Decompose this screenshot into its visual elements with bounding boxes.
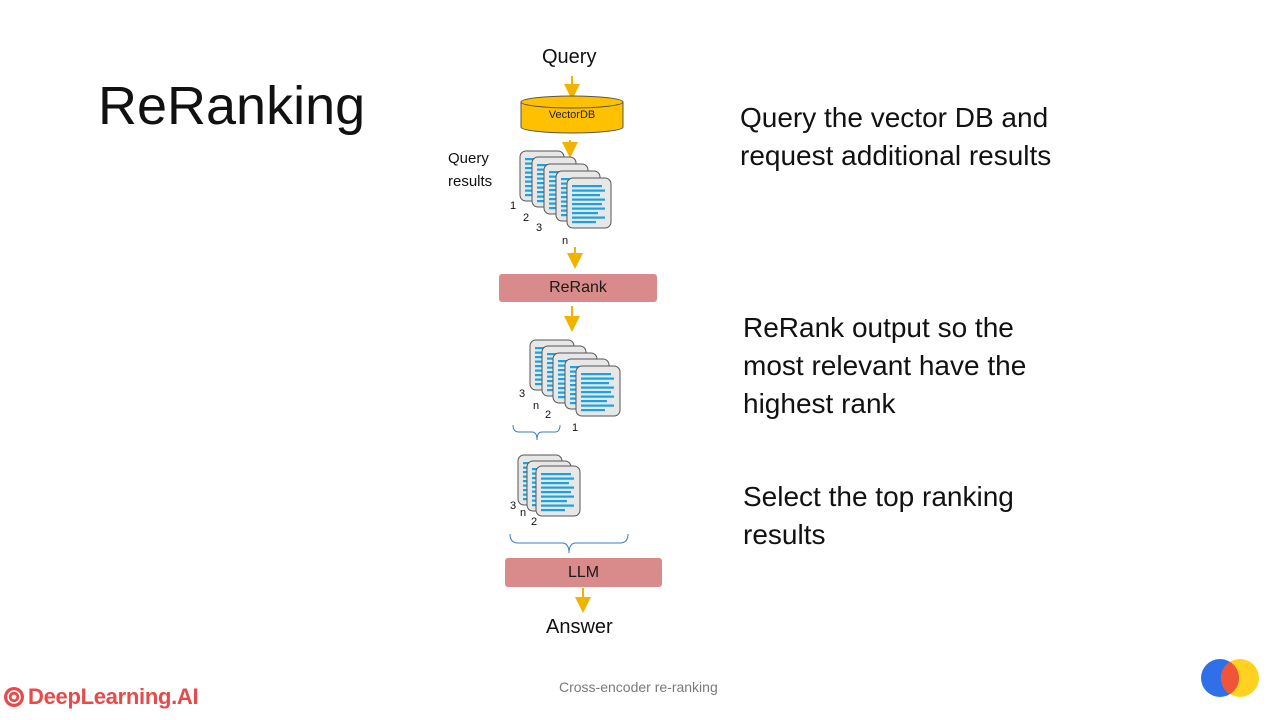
- step2-description-line3: highest rank: [743, 388, 896, 419]
- llm-box: LLM: [505, 558, 662, 587]
- query-results-label-line2: results: [448, 173, 493, 190]
- rerank-box: ReRank: [499, 274, 657, 302]
- selected-results-stack: [517, 454, 581, 517]
- corner-logo-icon: [1201, 659, 1259, 697]
- stack1-rank: 3: [536, 222, 543, 234]
- stack2-rank: 2: [545, 409, 552, 421]
- answer-label: Answer: [546, 616, 613, 638]
- step1-description-line2: request additional results: [740, 140, 1052, 171]
- stack3-rank: 3: [510, 500, 517, 512]
- stack2-rank: 3: [519, 388, 526, 400]
- step2-description-line1: ReRank output so the: [743, 312, 1014, 343]
- stack3-rank: 2: [531, 516, 538, 528]
- stack2-rank: n: [533, 400, 540, 412]
- reranked-results-stack: [529, 339, 621, 417]
- slide-footer: Cross-encoder re-ranking: [559, 679, 718, 695]
- step2-description-line2: most relevant have the: [743, 350, 1027, 381]
- llm-input-bracket: [509, 533, 629, 554]
- stack2-rank: 1: [572, 422, 579, 434]
- query-results-stack: [519, 150, 612, 229]
- stack3-rank: n: [520, 507, 527, 519]
- brand-logo: DeepLearning.AI: [3, 684, 199, 710]
- brand-logo-text: DeepLearning.AI: [28, 684, 199, 709]
- stack1-rank: n: [562, 235, 569, 247]
- top-results-bracket: [512, 424, 561, 441]
- reranking-diagram: [509, 76, 1259, 697]
- query-results-label-line1: Query: [448, 150, 489, 167]
- step3-description-line2: results: [743, 519, 826, 550]
- step3-description-line1: Select the top ranking: [743, 481, 1014, 512]
- vectordb-label: VectorDB: [548, 109, 596, 121]
- stack1-rank: 2: [523, 212, 530, 224]
- brand-logo-icon: [4, 687, 24, 707]
- query-label: Query: [542, 46, 597, 68]
- stack1-rank: 1: [510, 200, 517, 212]
- step1-description-line1: Query the vector DB and: [740, 102, 1049, 133]
